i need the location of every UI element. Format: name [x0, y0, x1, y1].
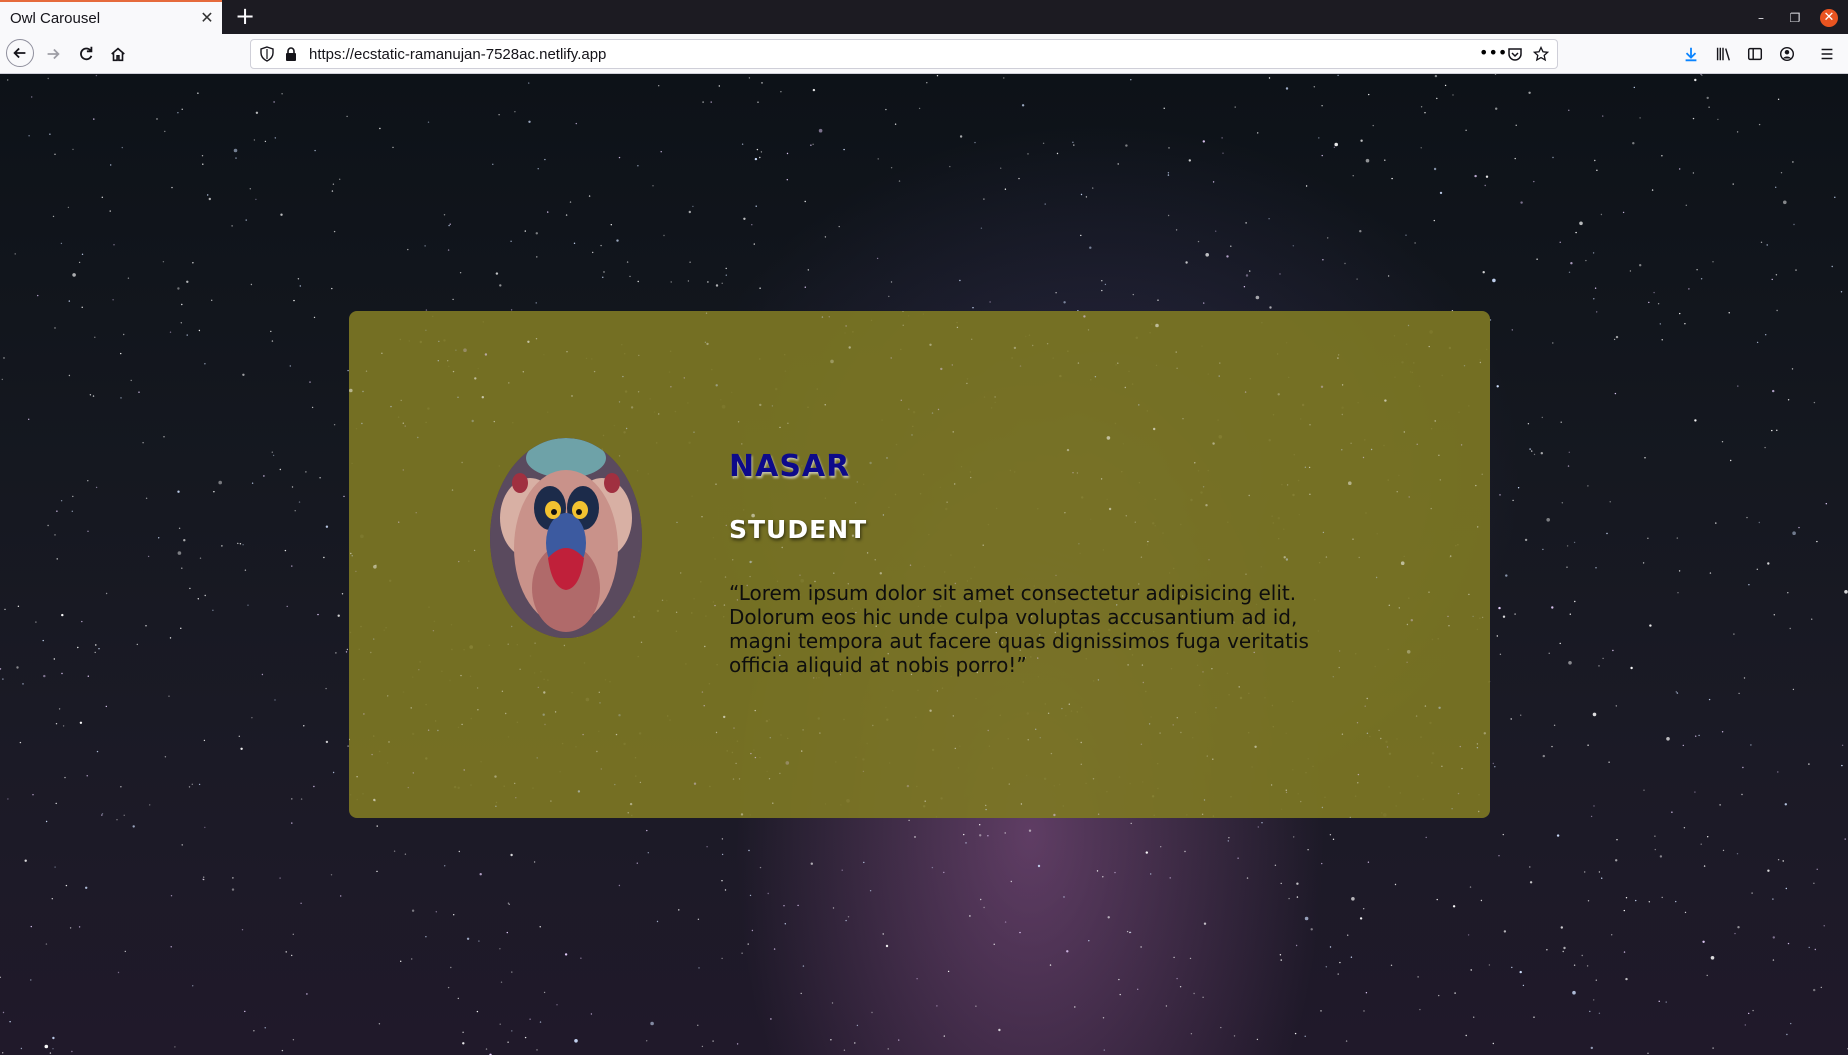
star-icon[interactable]: [1532, 45, 1550, 62]
tab-title: Owl Carousel: [10, 10, 101, 27]
page-background: NASAR STUDENT “Lorem ipsum dolor sit ame…: [0, 74, 1848, 1055]
maximize-icon[interactable]: ❐: [1786, 9, 1804, 27]
home-icon[interactable]: [103, 39, 133, 69]
navigation-toolbar: https://ecstatic-ramanujan-7528ac.netlif…: [0, 34, 1848, 74]
minimize-icon[interactable]: –: [1752, 9, 1770, 27]
menu-icon[interactable]: [1812, 39, 1842, 69]
more-icon[interactable]: •••: [1479, 45, 1507, 62]
shield-icon[interactable]: [259, 46, 275, 62]
testimonial-card[interactable]: NASAR STUDENT “Lorem ipsum dolor sit ame…: [349, 311, 1490, 818]
reload-icon[interactable]: [71, 39, 101, 69]
download-icon[interactable]: [1676, 39, 1706, 69]
back-icon[interactable]: [6, 39, 34, 67]
avatar: [490, 438, 642, 638]
url-bar[interactable]: https://ecstatic-ramanujan-7528ac.netlif…: [250, 39, 1558, 69]
browser-titlebar: Owl Carousel ✕ + – ❐ ✕: [0, 0, 1848, 34]
library-icon[interactable]: [1708, 39, 1738, 69]
new-tab-icon[interactable]: +: [232, 4, 258, 30]
account-icon[interactable]: [1772, 39, 1802, 69]
close-tab-icon[interactable]: ✕: [198, 9, 216, 27]
forward-icon[interactable]: [38, 39, 68, 69]
pocket-icon[interactable]: [1507, 46, 1523, 62]
lock-icon[interactable]: [283, 46, 299, 62]
close-window-icon[interactable]: ✕: [1820, 9, 1838, 27]
browser-tab[interactable]: Owl Carousel ✕: [0, 0, 222, 34]
sidebar-icon[interactable]: [1740, 39, 1770, 69]
person-role: STUDENT: [729, 515, 868, 544]
testimonial-quote: “Lorem ipsum dolor sit amet consectetur …: [729, 581, 1309, 677]
url-text[interactable]: https://ecstatic-ramanujan-7528ac.netlif…: [309, 46, 606, 63]
person-name: NASAR: [729, 449, 851, 484]
